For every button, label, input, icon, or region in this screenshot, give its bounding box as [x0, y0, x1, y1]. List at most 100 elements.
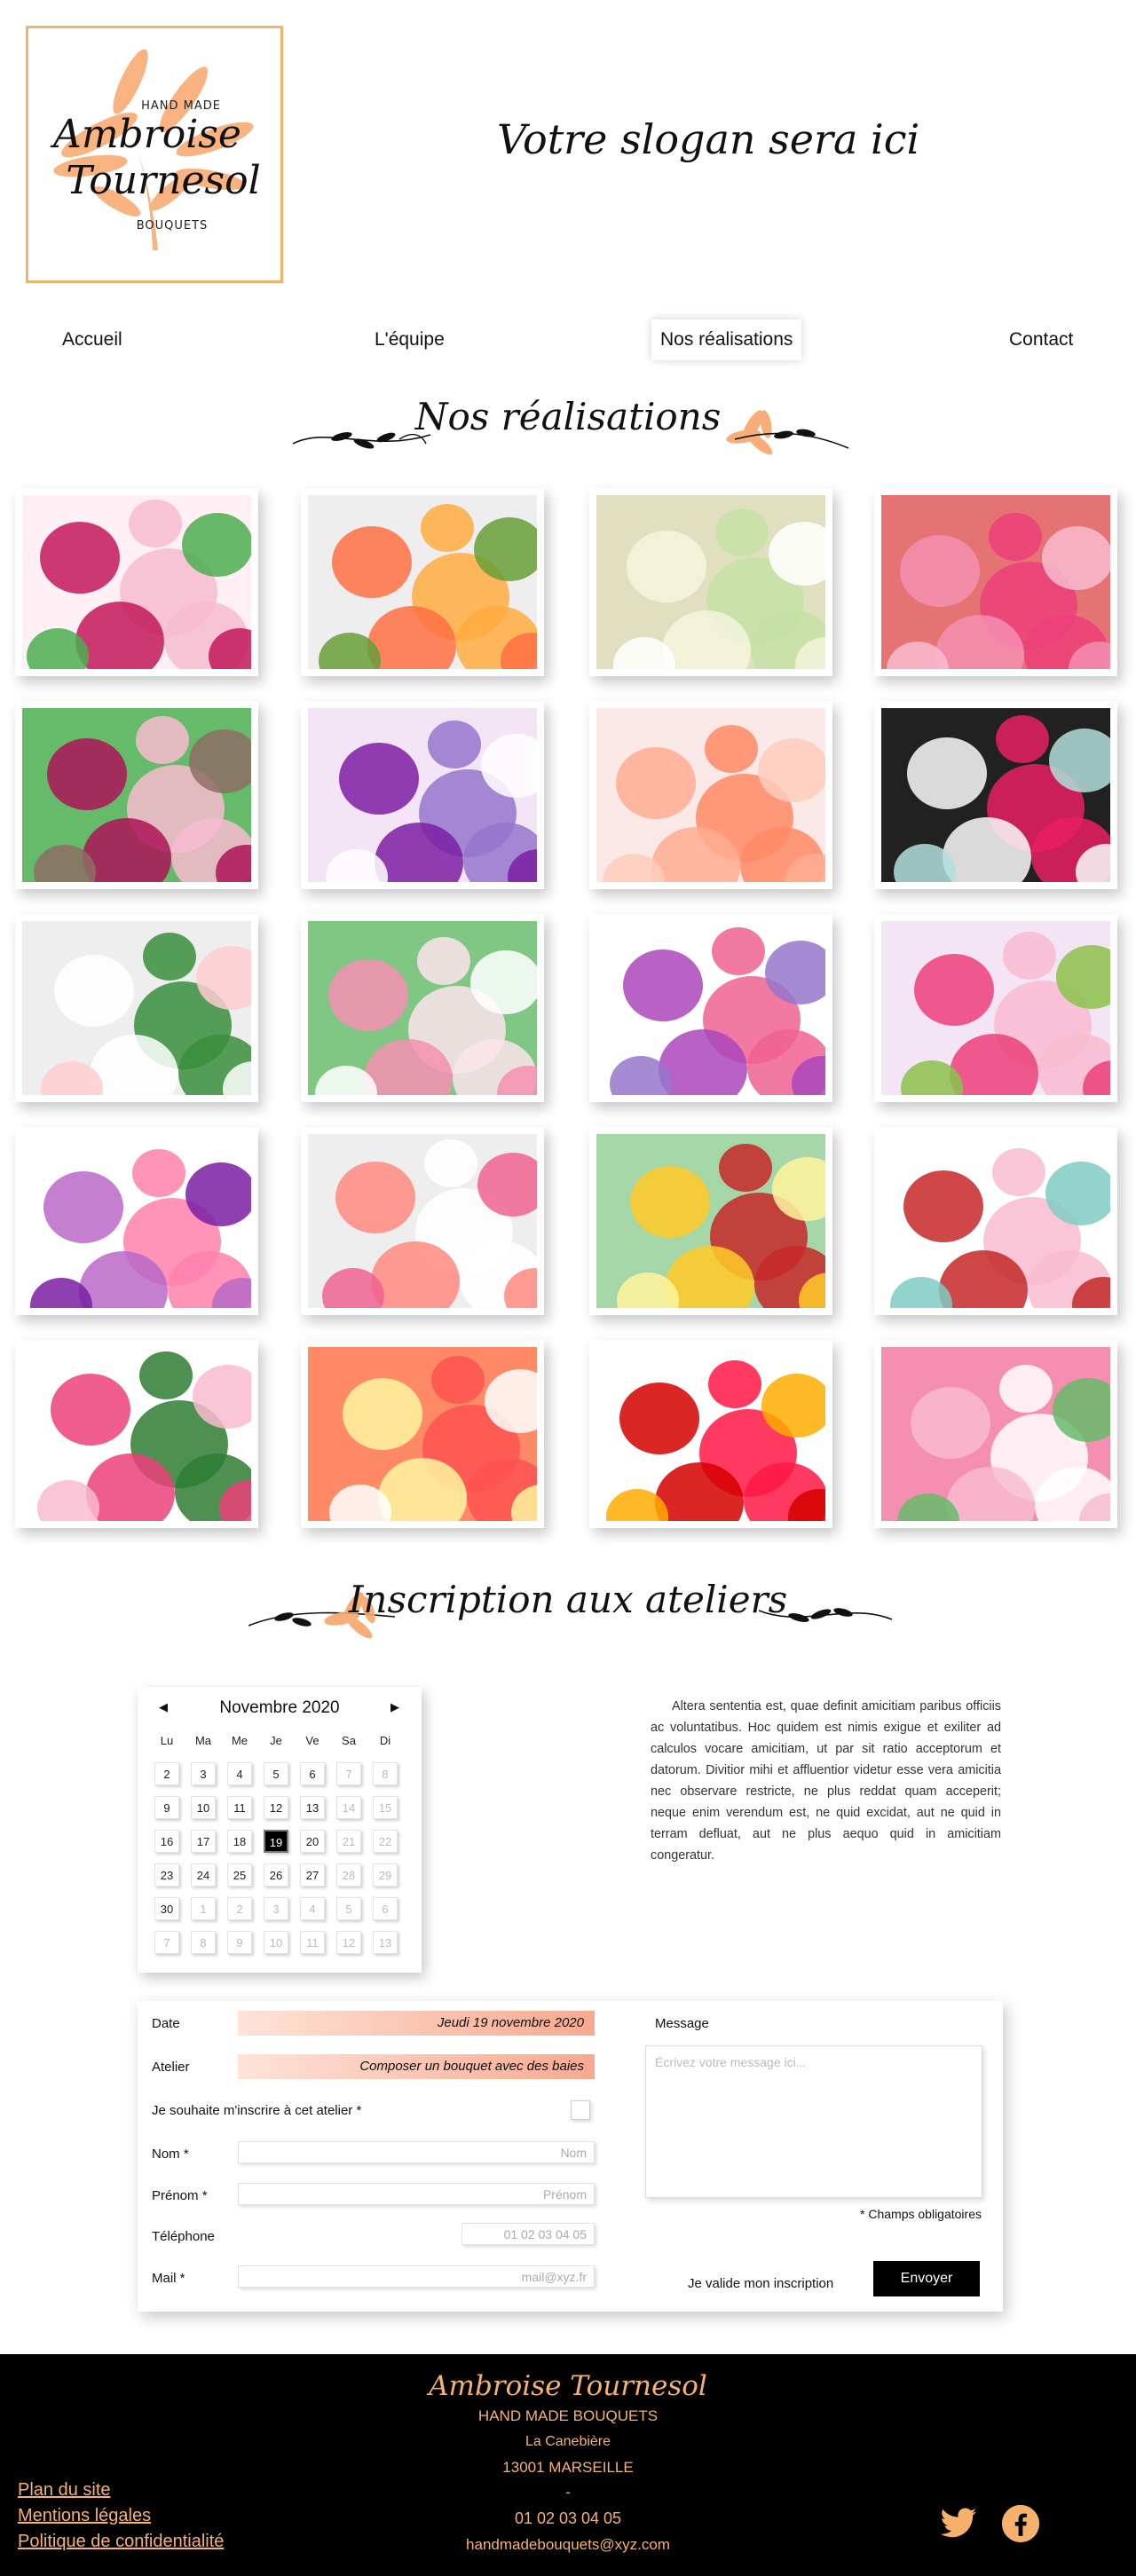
- calendar-day[interactable]: 12: [336, 1931, 361, 1954]
- footer-link-privacy[interactable]: Politique de confidentialité: [18, 2532, 224, 2552]
- calendar-day[interactable]: 11: [300, 1931, 325, 1954]
- submit-button[interactable]: Envoyer: [873, 2261, 980, 2296]
- calendar-day[interactable]: 15: [373, 1796, 398, 1819]
- nav-item-equipe[interactable]: L'équipe: [375, 319, 445, 360]
- bouquet-photo: [596, 921, 825, 1095]
- calendar-day[interactable]: 8: [373, 1762, 398, 1785]
- gallery-item[interactable]: [874, 488, 1117, 676]
- logo[interactable]: HAND MADE Ambroise Tournesol BOUQUETS: [26, 26, 283, 283]
- flower-blob: [474, 517, 537, 581]
- calendar-day[interactable]: 9: [154, 1796, 179, 1819]
- calendar-day[interactable]: 2: [227, 1897, 252, 1920]
- facebook-icon[interactable]: [1001, 2504, 1040, 2543]
- next-month-icon[interactable]: ▶: [387, 1701, 403, 1714]
- nav-item-contact[interactable]: Contact: [1009, 319, 1073, 360]
- gallery-item[interactable]: [589, 1340, 832, 1528]
- calendar-day[interactable]: 26: [264, 1863, 288, 1887]
- nav-item-accueil[interactable]: Accueil: [62, 319, 122, 360]
- calendar: Novembre 2020 ◀ ▶ Lu Ma Me Je Ve Sa Di 2345678…: [138, 1687, 422, 1973]
- workshop-description: Altera sententia est, quae definit amici…: [651, 1699, 1001, 1863]
- calendar-day[interactable]: 25: [227, 1863, 252, 1887]
- gallery-item[interactable]: [301, 488, 544, 676]
- register-checkbox[interactable]: [571, 2100, 590, 2120]
- twitter-icon[interactable]: [939, 2504, 978, 2543]
- calendar-day[interactable]: 1: [191, 1897, 216, 1920]
- calendar-day[interactable]: 16: [154, 1830, 179, 1853]
- gallery-item[interactable]: [589, 488, 832, 676]
- weekday-label: Sa: [342, 1734, 356, 1747]
- gallery-item[interactable]: [589, 914, 832, 1102]
- bouquet-photo: [308, 1134, 537, 1308]
- calendar-day[interactable]: 13: [300, 1796, 325, 1819]
- prev-month-icon[interactable]: ◀: [155, 1701, 171, 1714]
- nav-item-realisations[interactable]: Nos réalisations: [651, 319, 802, 360]
- gallery-item[interactable]: [301, 701, 544, 889]
- calendar-day[interactable]: 30: [154, 1897, 179, 1920]
- calendar-day[interactable]: 5: [336, 1897, 361, 1920]
- calendar-day[interactable]: 2: [154, 1762, 179, 1785]
- calendar-day[interactable]: 7: [154, 1931, 179, 1954]
- calendar-day[interactable]: 5: [264, 1762, 288, 1785]
- gallery-item[interactable]: [15, 1340, 258, 1528]
- flower-blob: [51, 1374, 130, 1446]
- calendar-day[interactable]: 13: [373, 1931, 398, 1954]
- firstname-input[interactable]: [238, 2183, 595, 2205]
- calendar-day[interactable]: 23: [154, 1863, 179, 1887]
- flower-blob: [1003, 932, 1056, 980]
- calendar-day[interactable]: 27: [300, 1863, 325, 1887]
- message-textarea[interactable]: [645, 2045, 982, 2198]
- mail-input[interactable]: [238, 2265, 595, 2288]
- calendar-day[interactable]: 20: [300, 1830, 325, 1853]
- calendar-day[interactable]: 10: [264, 1931, 288, 1954]
- flower-blob: [758, 738, 825, 802]
- gallery-item[interactable]: [874, 914, 1117, 1102]
- calendar-day[interactable]: 9: [227, 1931, 252, 1954]
- flower-blob: [424, 1139, 477, 1187]
- gallery-item[interactable]: [874, 701, 1117, 889]
- gallery-item[interactable]: [15, 914, 258, 1102]
- footer-link-sitemap[interactable]: Plan du site: [18, 2480, 111, 2501]
- phone-input[interactable]: [462, 2223, 595, 2245]
- calendar-day[interactable]: 10: [191, 1796, 216, 1819]
- gallery-item[interactable]: [15, 701, 258, 889]
- workshop-field[interactable]: Composer un bouquet avec des baies: [238, 2054, 595, 2079]
- calendar-day[interactable]: 24: [191, 1863, 216, 1887]
- gallery-item[interactable]: [301, 1340, 544, 1528]
- bouquet-photo: [22, 708, 251, 882]
- calendar-day[interactable]: 3: [264, 1897, 288, 1920]
- calendar-day-selected[interactable]: 19: [264, 1830, 288, 1853]
- calendar-day[interactable]: 12: [264, 1796, 288, 1819]
- calendar-day[interactable]: 17: [191, 1830, 216, 1853]
- gallery-item[interactable]: [589, 701, 832, 889]
- calendar-day[interactable]: 29: [373, 1863, 398, 1887]
- footer-link-legal[interactable]: Mentions légales: [18, 2506, 151, 2526]
- gallery-item[interactable]: [15, 488, 258, 676]
- calendar-day[interactable]: 4: [300, 1897, 325, 1920]
- calendar-day[interactable]: 3: [191, 1762, 216, 1785]
- calendar-day[interactable]: 6: [373, 1897, 398, 1920]
- calendar-day[interactable]: 11: [227, 1796, 252, 1819]
- gallery-item[interactable]: [874, 1127, 1117, 1315]
- calendar-day[interactable]: 18: [227, 1830, 252, 1853]
- calendar-day[interactable]: 7: [336, 1762, 361, 1785]
- calendar-day[interactable]: 4: [227, 1762, 252, 1785]
- gallery-item[interactable]: [15, 1127, 258, 1315]
- date-field[interactable]: Jeudi 19 novembre 2020: [238, 2011, 595, 2036]
- calendar-day[interactable]: 28: [336, 1863, 361, 1887]
- gallery-item[interactable]: [589, 1127, 832, 1315]
- gallery-item[interactable]: [301, 914, 544, 1102]
- calendar-day[interactable]: 14: [336, 1796, 361, 1819]
- calendar-day[interactable]: 6: [300, 1762, 325, 1785]
- gallery-item[interactable]: [874, 1340, 1117, 1528]
- logo-top-text: HAND MADE: [141, 99, 221, 113]
- flower-blob: [40, 522, 120, 594]
- flower-blob: [630, 1166, 710, 1238]
- calendar-day[interactable]: 21: [336, 1830, 361, 1853]
- flower-blob: [139, 1351, 193, 1399]
- calendar-day[interactable]: 8: [191, 1931, 216, 1954]
- gallery-item[interactable]: [301, 1127, 544, 1315]
- lastname-input[interactable]: [238, 2141, 595, 2163]
- weekday-label: Di: [379, 1734, 391, 1747]
- calendar-day[interactable]: 22: [373, 1830, 398, 1853]
- flower-blob: [328, 959, 408, 1031]
